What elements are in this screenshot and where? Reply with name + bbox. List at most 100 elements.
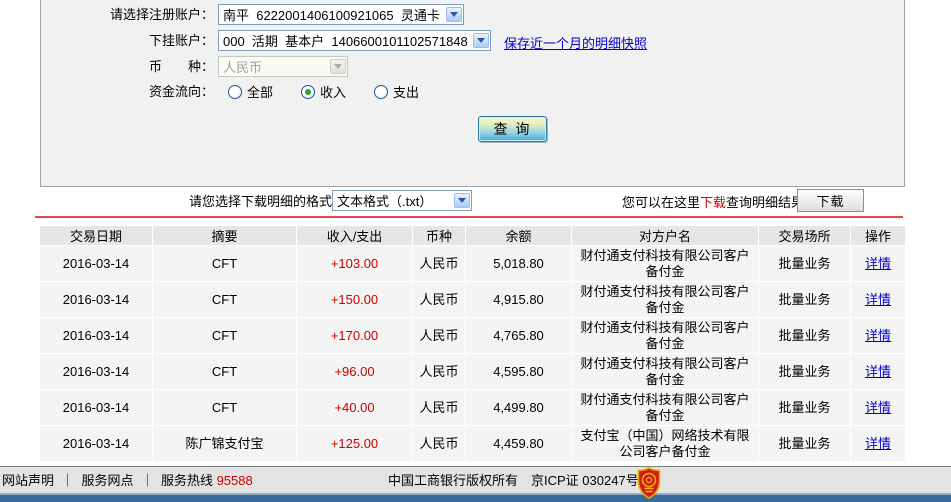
header-action: 操作	[851, 226, 905, 245]
cell-currency: 人民币	[413, 246, 465, 281]
table-row: 2016-03-14 CFT +103.00 人民币 5,018.80 财付通支…	[40, 246, 905, 281]
footer-link-statement[interactable]: 网站声明	[2, 473, 54, 488]
download-hint-prefix: 您可以在这里	[622, 195, 701, 210]
footer-hotline-label: 服务热线	[160, 473, 213, 488]
cell-summary: CFT	[153, 282, 296, 317]
cell-currency: 人民币	[413, 318, 465, 353]
fund-flow-radio-group: 全部 收入 支出	[228, 82, 419, 101]
header-amount: 收入/支出	[297, 226, 412, 245]
cell-balance: 4,595.80	[466, 354, 571, 389]
header-counterparty: 对方户名	[572, 226, 758, 245]
sub-account-select[interactable]: 000 活期 基本户 1406600101102571848	[218, 30, 491, 51]
download-format-select[interactable]: 文本格式（.txt）	[332, 190, 472, 211]
cell-counterparty: 支付宝（中国）网络技术有限公司客户备付金	[572, 426, 758, 461]
register-account-select[interactable]: 南平 6222001406100921065 灵通卡	[218, 4, 464, 25]
cell-date: 2016-03-14	[40, 390, 152, 425]
cell-amount: +125.00	[297, 426, 412, 461]
cell-amount: +103.00	[297, 246, 412, 281]
detail-link[interactable]: 详情	[865, 328, 891, 343]
cell-currency: 人民币	[413, 390, 465, 425]
table-header-row: 交易日期 摘要 收入/支出 币种 余额 对方户名 交易场所 操作	[40, 226, 905, 245]
cell-date: 2016-03-14	[40, 354, 152, 389]
radio-expense-label: 支出	[393, 85, 420, 100]
cell-place: 批量业务	[759, 282, 850, 317]
cell-currency: 人民币	[413, 426, 465, 461]
query-button[interactable]: 查 询	[478, 116, 547, 142]
red-divider-line	[35, 216, 903, 218]
cell-action: 详情	[851, 390, 905, 425]
header-currency: 币种	[413, 226, 465, 245]
detail-link[interactable]: 详情	[865, 256, 891, 271]
register-account-label: 请选择注册账户：	[109, 7, 214, 22]
currency-value: 人民币	[223, 60, 263, 75]
download-hint-link[interactable]: 下载	[700, 195, 726, 210]
cell-currency: 人民币	[413, 354, 465, 389]
cell-place: 批量业务	[759, 354, 850, 389]
cell-summary: CFT	[153, 390, 296, 425]
cell-counterparty: 财付通支付科技有限公司客户备付金	[572, 354, 758, 389]
save-snapshot-link[interactable]: 保存近一个月的明细快照	[504, 33, 647, 52]
cell-place: 批量业务	[759, 246, 850, 281]
download-format-value: 文本格式（.txt）	[337, 194, 433, 209]
detail-link[interactable]: 详情	[865, 436, 891, 451]
cell-action: 详情	[851, 282, 905, 317]
radio-all[interactable]: 全部	[228, 82, 273, 101]
table-row: 2016-03-14 CFT +170.00 人民币 4,765.80 财付通支…	[40, 318, 905, 353]
radio-income[interactable]: 收入	[301, 82, 346, 101]
cell-place: 批量业务	[759, 390, 850, 425]
cell-balance: 4,459.80	[466, 426, 571, 461]
table-row: 2016-03-14 CFT +96.00 人民币 4,595.80 财付通支付…	[40, 354, 905, 389]
cell-summary: CFT	[153, 318, 296, 353]
footer-separator: ｜	[133, 473, 161, 488]
cell-balance: 4,765.80	[466, 318, 571, 353]
header-summary: 摘要	[153, 226, 296, 245]
cell-date: 2016-03-14	[40, 318, 152, 353]
header-date: 交易日期	[40, 226, 152, 245]
header-place: 交易场所	[759, 226, 850, 245]
radio-icon[interactable]	[301, 84, 316, 99]
cell-amount: +170.00	[297, 318, 412, 353]
radio-icon[interactable]	[228, 84, 242, 99]
cell-amount: +96.00	[297, 354, 412, 389]
cell-counterparty: 财付通支付科技有限公司客户备付金	[572, 282, 758, 317]
cell-action: 详情	[851, 246, 905, 281]
footer-bar: 网站声明 ｜ 服务网点 ｜ 服务热线 95588 中国工商银行版权所有 京ICP…	[0, 466, 951, 495]
footer-hotline-number: 95588	[216, 473, 253, 488]
dropdown-arrow-icon[interactable]	[446, 7, 462, 22]
cell-summary: 陈广锦支付宝	[153, 426, 296, 461]
download-button[interactable]: 下载	[797, 189, 864, 212]
download-hint-text: 您可以在这里下载查询明细结果	[622, 193, 804, 212]
register-account-value: 南平 6222001406100921065 灵通卡	[223, 8, 440, 23]
cell-date: 2016-03-14	[40, 246, 152, 281]
icp-seal-icon	[637, 467, 661, 499]
cell-action: 详情	[851, 354, 905, 389]
dropdown-arrow-icon[interactable]	[473, 33, 489, 48]
download-format-label: 请您选择下载明细的格式	[188, 194, 332, 209]
footer-separator: ｜	[54, 473, 82, 488]
detail-link[interactable]: 详情	[865, 292, 891, 307]
cell-summary: CFT	[153, 246, 296, 281]
download-hint-suffix: 查询明细结果	[726, 195, 805, 210]
cell-amount: +150.00	[297, 282, 412, 317]
cell-counterparty: 财付通支付科技有限公司客户备付金	[572, 390, 758, 425]
cell-amount: +40.00	[297, 390, 412, 425]
cell-balance: 4,915.80	[466, 282, 571, 317]
radio-icon[interactable]	[374, 84, 389, 99]
cell-action: 详情	[851, 426, 905, 461]
footer-link-outlets[interactable]: 服务网点	[81, 473, 133, 488]
radio-all-label: 全部	[247, 85, 274, 100]
dropdown-arrow-icon[interactable]	[454, 193, 470, 208]
radio-expense[interactable]: 支出	[374, 82, 419, 101]
cell-counterparty: 财付通支付科技有限公司客户备付金	[572, 318, 758, 353]
cell-balance: 5,018.80	[466, 246, 571, 281]
sub-account-value: 000 活期 基本户 1406600101102571848	[223, 34, 468, 49]
cell-currency: 人民币	[413, 282, 465, 317]
sub-account-label: 下挂账户：	[148, 33, 214, 48]
header-balance: 余额	[466, 226, 571, 245]
table-row: 2016-03-14 陈广锦支付宝 +125.00 人民币 4,459.80 支…	[40, 426, 905, 461]
currency-select-disabled: 人民币	[218, 56, 348, 77]
detail-link[interactable]: 详情	[865, 364, 891, 379]
detail-link[interactable]: 详情	[865, 400, 891, 415]
footer-left-links: 网站声明 ｜ 服务网点 ｜ 服务热线 95588	[2, 467, 253, 494]
cell-balance: 4,499.80	[466, 390, 571, 425]
